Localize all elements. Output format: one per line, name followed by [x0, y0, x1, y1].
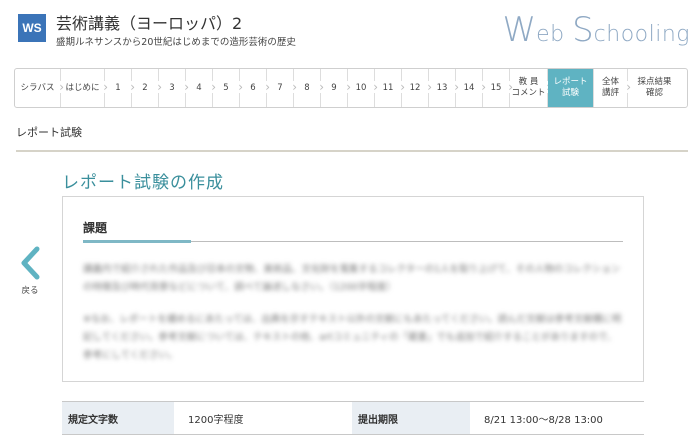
nav-lesson-4[interactable]: 4: [186, 69, 216, 107]
nav-lesson-6[interactable]: 6: [240, 69, 270, 107]
nav-lesson-5[interactable]: 5: [213, 69, 243, 107]
web-schooling-logo: Web Schooling: [502, 10, 690, 50]
course-title: 芸術講義（ヨーロッパ）2: [56, 14, 243, 33]
back-button[interactable]: 戻る: [14, 246, 46, 296]
deadline-value: 8/21 13:00～8/28 13:00: [484, 414, 603, 426]
heading-rule-accent: [83, 240, 191, 243]
nav-grading-results[interactable]: 採点結果 確認: [628, 69, 681, 107]
nav-lesson-13[interactable]: 13: [429, 69, 459, 107]
nav-lesson-14[interactable]: 14: [456, 69, 486, 107]
nav-lesson-12[interactable]: 12: [402, 69, 432, 107]
nav-lesson-7[interactable]: 7: [267, 69, 297, 107]
assignment-heading: 課題: [83, 221, 108, 235]
word-count-label: 規定文字数: [62, 402, 174, 434]
nav-syllabus[interactable]: シラバス: [15, 69, 64, 107]
nav-lesson-9[interactable]: 9: [321, 69, 351, 107]
course-subtitle: 盛期ルネサンスから20世紀はじめまでの造形芸術の歴史: [56, 37, 296, 48]
nav-lesson-1[interactable]: 1: [105, 69, 135, 107]
course-navbar: シラバス はじめに 1 2 3 4 5 6 7 8 9 10 11 12 13 …: [14, 68, 688, 108]
course-badge: WS: [18, 14, 46, 42]
nav-teacher-comment[interactable]: 教 員コメント: [510, 69, 551, 107]
report-info-table: 規定文字数 1200字程度 提出期限 8/21 13:00～8/28 13:00: [62, 401, 644, 435]
back-label: 戻る: [21, 286, 39, 296]
page-title: レポート試験の作成: [62, 173, 224, 193]
nav-overall-review[interactable]: 全体 講評: [594, 69, 631, 107]
nav-lesson-15[interactable]: 15: [483, 69, 513, 107]
section-divider: [16, 150, 688, 152]
deadline-label: 提出期限: [352, 402, 470, 434]
nav-introduction[interactable]: はじめに: [61, 69, 108, 107]
assignment-text-1: 講義内で紹介された作品及び日本の文物、美術品、文化財を蒐集するコレクターの1人を…: [83, 264, 621, 293]
nav-report-exam[interactable]: レポート 試験: [548, 69, 594, 107]
breadcrumb: レポート試験: [16, 126, 82, 139]
chevron-left-icon: [21, 246, 40, 280]
assignment-text-2: ※なお、レポートを纏めるにあたっては、出典を示すテキスト以外の文献にもあたってく…: [83, 314, 622, 361]
nav-lesson-3[interactable]: 3: [159, 69, 189, 107]
nav-lesson-10[interactable]: 10: [348, 69, 378, 107]
nav-lesson-11[interactable]: 11: [375, 69, 405, 107]
word-count-value: 1200字程度: [188, 414, 244, 426]
nav-lesson-8[interactable]: 8: [294, 69, 324, 107]
nav-lesson-2[interactable]: 2: [132, 69, 162, 107]
assignment-panel: 課題 講義内で紹介された作品及び日本の文物、美術品、文化財を蒐集するコレクターの…: [62, 196, 644, 382]
